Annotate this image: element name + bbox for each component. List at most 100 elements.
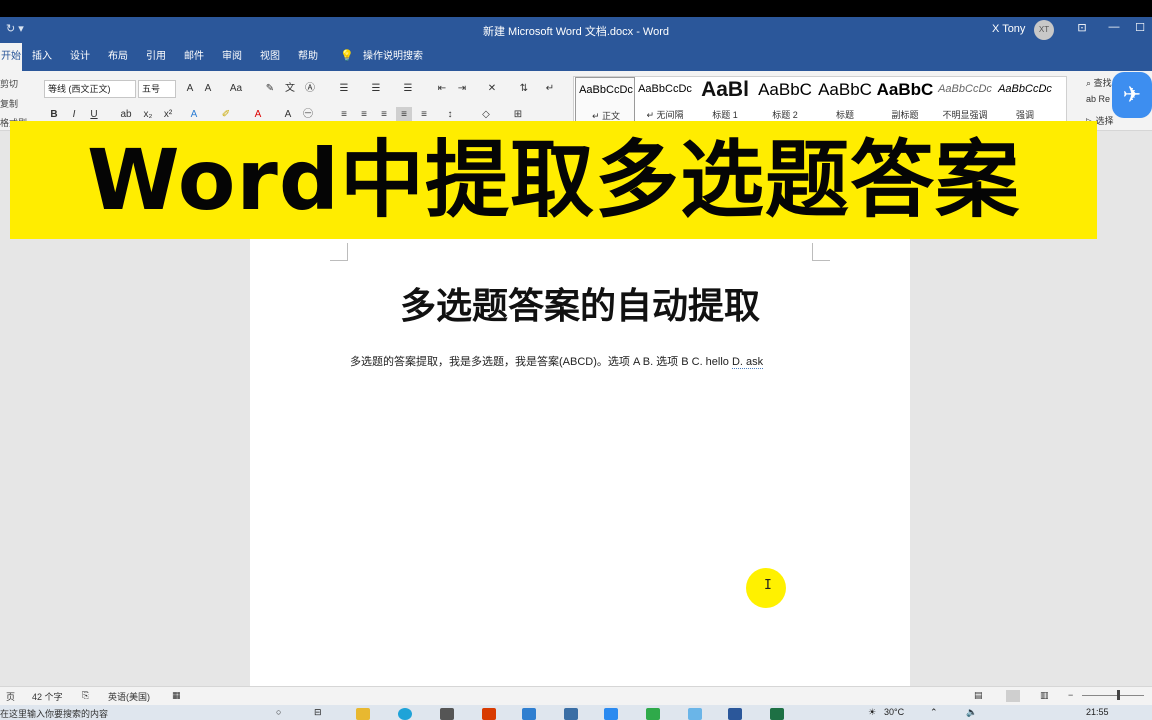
minimize-icon[interactable]: —: [1104, 21, 1124, 39]
character-border-icon[interactable]: Ⓐ: [302, 81, 318, 97]
zoom-slider[interactable]: [1082, 695, 1144, 696]
language-indicator[interactable]: 英语(美国): [108, 690, 150, 703]
style-label: 副标题: [891, 110, 919, 120]
weather-temp[interactable]: 30°C: [884, 707, 904, 717]
text-cursor-icon: I: [764, 578, 772, 593]
asian-layout-icon[interactable]: ✕: [484, 81, 500, 97]
replace-icon: ab: [1086, 94, 1097, 104]
mail-icon[interactable]: [564, 708, 578, 720]
style-title[interactable]: AaBbC 标题: [815, 77, 875, 123]
clear-formatting-icon[interactable]: ✎: [262, 81, 278, 97]
tab-mailings[interactable]: 邮件: [178, 43, 210, 71]
tab-design[interactable]: 设计: [64, 43, 96, 71]
print-layout-icon[interactable]: [1006, 690, 1020, 702]
user-name[interactable]: X Tony: [992, 23, 1025, 35]
web-layout-icon[interactable]: ▥: [1040, 690, 1049, 701]
style-heading-1[interactable]: AaBl 标题 1: [695, 77, 755, 123]
excel-icon[interactable]: [770, 708, 784, 720]
find-label: 查找: [1093, 78, 1112, 88]
style-subtle-emphasis[interactable]: AaBbCcDc 不明显强调: [935, 77, 995, 123]
style-subtitle[interactable]: AaBbC 副标题: [875, 77, 935, 123]
phonetic-guide-icon[interactable]: 文: [282, 81, 298, 97]
style-sample: AaBbCcDc: [638, 83, 692, 95]
read-mode-icon[interactable]: ▤: [974, 690, 983, 701]
document-heading: 多选题答案的自动提取: [399, 285, 760, 327]
font-size-value: 五号: [142, 84, 161, 94]
maximize-icon[interactable]: ☐: [1130, 21, 1150, 39]
style-sample: AaBbC: [818, 80, 872, 99]
increase-indent-icon[interactable]: ⇥: [454, 81, 470, 97]
file-explorer-icon[interactable]: [356, 708, 370, 720]
select-label: 选择: [1095, 116, 1114, 126]
tab-insert[interactable]: 插入: [26, 43, 58, 71]
vscode-icon[interactable]: [522, 708, 536, 720]
tab-help[interactable]: 帮助: [292, 43, 324, 71]
weather-icon[interactable]: ☀: [868, 707, 876, 718]
status-bar: 页 42 个字 ⎘ 英语(美国) ▦ ▤ ▥ −: [0, 686, 1152, 705]
document-title: 新建 Microsoft Word 文档.docx - Word: [482, 26, 670, 38]
app-icon[interactable]: [604, 708, 618, 720]
decrease-indent-icon[interactable]: ⇤: [434, 81, 450, 97]
numbering-icon[interactable]: ☰: [368, 81, 384, 97]
tab-home[interactable]: 开始: [0, 43, 22, 71]
screen: ↻ ▾ 新建 Microsoft Word 文档.docx - Word X T…: [0, 0, 1152, 720]
word-count[interactable]: 42 个字: [32, 690, 63, 703]
change-case-icon[interactable]: Aa: [228, 81, 244, 97]
tell-me-search[interactable]: 操作说明搜索: [358, 43, 428, 71]
font-name-select[interactable]: 等线 (西文正文): [44, 80, 136, 98]
style-label: 标题 1: [712, 110, 738, 120]
style-emphasis[interactable]: AaBbCcDc 强调: [995, 77, 1055, 123]
style-sample: AaBbCcDc: [998, 83, 1052, 95]
proofing-icon[interactable]: ⎘: [82, 690, 89, 701]
style-sample: AaBl: [701, 78, 749, 101]
tab-layout[interactable]: 布局: [102, 43, 134, 71]
shrink-font-icon[interactable]: A: [200, 81, 216, 97]
office-icon[interactable]: [482, 708, 496, 720]
app-icon-2[interactable]: [688, 708, 702, 720]
font-size-select[interactable]: 五号: [138, 80, 176, 98]
search-icon: ⌕: [1086, 78, 1092, 88]
tab-view[interactable]: 视图: [254, 43, 286, 71]
volume-icon[interactable]: 🔈: [966, 707, 977, 718]
multilevel-list-icon[interactable]: ☰: [400, 81, 416, 97]
cut-button[interactable]: 剪切: [0, 77, 18, 90]
wechat-icon[interactable]: [646, 708, 660, 720]
style-heading-2[interactable]: AaBbC 标题 2: [755, 77, 815, 123]
replace-label: Re: [1098, 94, 1111, 104]
bird-icon: ✈: [1122, 82, 1142, 107]
style-sample: AaBbC: [758, 80, 812, 99]
chevron-up-icon[interactable]: ⌃: [930, 707, 938, 718]
zoom-slider-thumb[interactable]: [1117, 690, 1120, 700]
style-sample: AaBbCcDc: [579, 84, 633, 96]
bullets-icon[interactable]: ☰: [336, 81, 352, 97]
edge-icon[interactable]: [398, 708, 412, 720]
clock-time[interactable]: 21:55: [1086, 707, 1109, 717]
avatar[interactable]: XT: [1034, 20, 1054, 40]
tab-review[interactable]: 审阅: [216, 43, 248, 71]
style-normal[interactable]: AaBbCcDc ↵ 正文: [575, 77, 635, 123]
find-button[interactable]: ⌕ 查找: [1086, 76, 1112, 89]
task-view-icon[interactable]: ⊟: [314, 707, 322, 718]
zoom-out-icon[interactable]: −: [1068, 690, 1073, 700]
taskbar: 在这里输入你要搜索的内容 ○ ⊟ ☀ 30°C ⌃ 🔈 21:55: [0, 705, 1152, 720]
show-marks-icon[interactable]: ↵: [542, 81, 558, 97]
floating-app-logo[interactable]: ✈: [1112, 72, 1152, 118]
copy-button[interactable]: 复制: [0, 97, 18, 110]
macro-icon[interactable]: ▦: [172, 690, 181, 701]
top-letterbox: [0, 0, 1152, 17]
margin-mark-right: [812, 243, 830, 261]
style-no-spacing[interactable]: AaBbCcDc ↵ 无间隔: [635, 77, 695, 123]
style-label: 标题 2: [772, 110, 798, 120]
grow-font-icon[interactable]: A: [182, 81, 198, 97]
replace-button[interactable]: ab Re: [1086, 94, 1110, 104]
style-label: 强调: [1015, 110, 1034, 120]
search-icon[interactable]: ○: [276, 707, 281, 717]
document-paragraph: 多选题的答案提取，我是多选题，我是答案(ABCD)。选项 A B. 选项 B C…: [350, 353, 764, 369]
tab-references[interactable]: 引用: [140, 43, 172, 71]
store-icon[interactable]: [440, 708, 454, 720]
taskbar-search-input[interactable]: 在这里输入你要搜索的内容: [0, 707, 108, 720]
page-indicator[interactable]: 页: [6, 690, 15, 703]
word-icon[interactable]: [728, 708, 742, 720]
sort-icon[interactable]: ⇅: [516, 81, 532, 97]
ribbon-display-options-icon[interactable]: ⊡: [1072, 21, 1092, 39]
